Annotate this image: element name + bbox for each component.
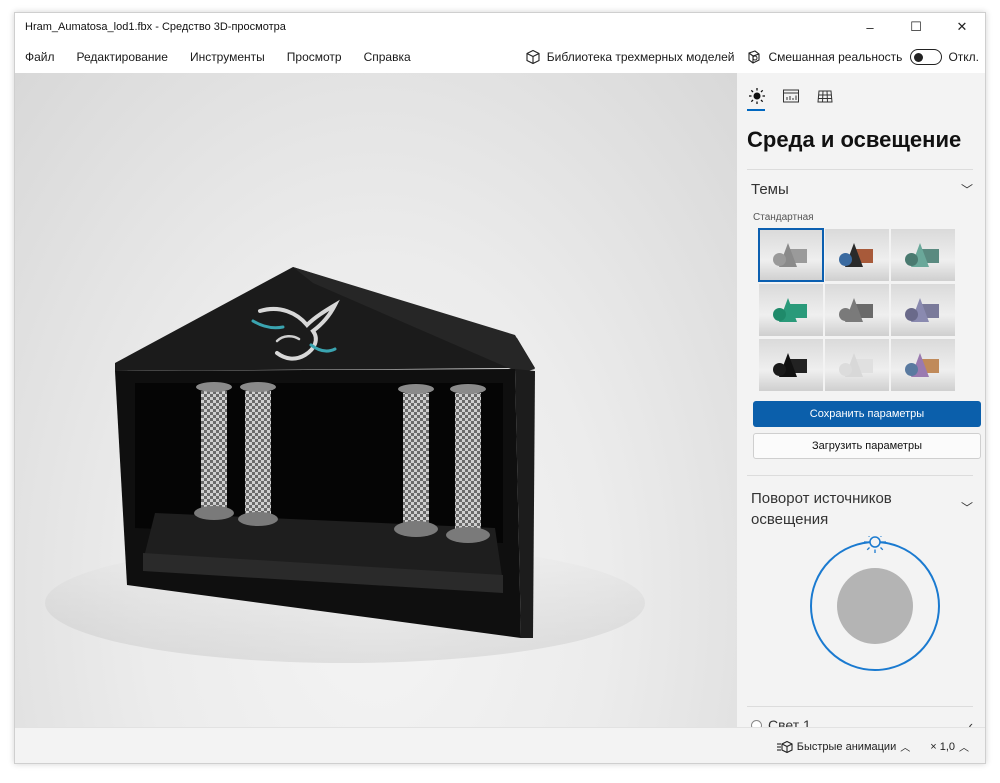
sun-handle-icon[interactable] (864, 531, 886, 553)
mixed-reality-icon (748, 50, 761, 64)
app-window: Hram_Aumatosa_lod1.fbx - Средство 3D-про… (14, 12, 986, 764)
theme-sphere (905, 253, 918, 266)
column-cap (398, 384, 434, 394)
theme-tile[interactable] (759, 284, 823, 336)
theme-sphere (839, 363, 852, 376)
menu-right-group: Библиотека трехмерных моделей Смешанная … (519, 49, 985, 65)
close-button[interactable]: ✕ (939, 13, 985, 41)
toggle-knob (914, 52, 924, 62)
column-cap (450, 384, 486, 394)
panel-title: Среда и освещение (747, 127, 962, 152)
theme-tile[interactable] (825, 284, 889, 336)
column-cap (196, 382, 232, 392)
animation-icon (776, 740, 793, 753)
title-bar: Hram_Aumatosa_lod1.fbx - Средство 3D-про… (15, 13, 985, 41)
menu-edit[interactable]: Редактирование (66, 41, 179, 73)
light-rotation-header[interactable]: Поворот источников освещения ﹀ (737, 476, 985, 536)
mixed-reality-toggle[interactable] (910, 49, 943, 65)
save-settings-button[interactable]: Сохранить параметры (753, 401, 981, 427)
themes-grid (737, 228, 985, 391)
dial-sphere (837, 568, 913, 644)
column-base (238, 512, 278, 526)
column (403, 393, 429, 525)
column (455, 393, 481, 533)
light-rotation-line2: освещения (751, 511, 829, 528)
sun-icon (749, 88, 765, 104)
zoom-label: × 1,0 (930, 740, 955, 753)
theme-tile[interactable] (758, 228, 824, 282)
panel-tabs (737, 73, 985, 117)
quick-animations-label: Быстрые анимации (796, 740, 897, 753)
theme-sphere (773, 308, 786, 321)
theme-sphere (773, 363, 786, 376)
tab-stats[interactable] (781, 87, 801, 111)
window-title: Hram_Aumatosa_lod1.fbx - Средство 3D-про… (25, 21, 286, 33)
chevron-down-icon: ﹀ (960, 501, 973, 515)
light-rotation-line1: Поворот источников (751, 490, 892, 507)
column-base (446, 527, 490, 543)
library-label: Библиотека трехмерных моделей (546, 50, 735, 64)
column (201, 391, 227, 509)
selected-theme-label: Стандартная (753, 212, 814, 223)
maximize-button[interactable]: ☐ (893, 13, 939, 41)
stats-icon (783, 89, 799, 103)
minimize-button[interactable]: – (847, 13, 893, 41)
theme-tile[interactable] (825, 229, 889, 281)
column-base (394, 521, 438, 537)
mixed-reality-label: Смешанная реальность (768, 50, 903, 64)
menu-help[interactable]: Справка (353, 41, 422, 73)
theme-sphere (839, 253, 852, 266)
theme-tile[interactable] (759, 339, 823, 391)
theme-sphere (839, 308, 852, 321)
themes-label: Темы (751, 180, 789, 198)
theme-tile[interactable] (891, 339, 955, 391)
theme-sphere (905, 363, 918, 376)
column-base (194, 506, 234, 520)
menu-bar: Файл Редактирование Инструменты Просмотр… (15, 41, 985, 73)
model-render (45, 267, 645, 663)
tab-lighting[interactable] (747, 87, 767, 111)
theme-sphere (773, 253, 786, 266)
themes-header[interactable]: Темы ﹀ (737, 170, 985, 208)
theme-tile[interactable] (825, 339, 889, 391)
status-bar: Быстрые анимации ︿ × 1,0 ︿ (15, 727, 985, 763)
load-settings-button[interactable]: Загрузить параметры (753, 433, 981, 459)
menu-tools[interactable]: Инструменты (179, 41, 276, 73)
chevron-up-icon: ︿ (959, 743, 969, 754)
chevron-up-icon: ︿ (900, 743, 911, 754)
column (245, 391, 271, 517)
light-dial-graphic (810, 531, 940, 671)
menu-view[interactable]: Просмотр (276, 41, 353, 73)
menu-file[interactable]: Файл (15, 41, 66, 73)
tab-grid[interactable] (815, 87, 835, 111)
mixed-reality-button[interactable]: Смешанная реальность (740, 49, 908, 65)
grid-icon (817, 90, 833, 103)
zoom-button[interactable]: × 1,0 ︿ (922, 739, 977, 755)
quick-animations-button[interactable]: Быстрые анимации ︿ (769, 739, 918, 754)
light-dial[interactable] (737, 531, 985, 696)
environment-panel: Среда и освещение Темы ﹀ Стандартная Сох… (737, 73, 985, 733)
theme-tile[interactable] (891, 284, 955, 336)
theme-tile[interactable] (891, 229, 955, 281)
chevron-down-icon: ﹀ (960, 182, 973, 197)
theme-sphere (905, 308, 918, 321)
cube-icon (526, 49, 540, 65)
library-button[interactable]: Библиотека трехмерных моделей (519, 49, 741, 65)
column-cap (240, 382, 276, 392)
3d-viewport[interactable] (15, 73, 737, 727)
light-rotation-label: Поворот источников освещения (751, 488, 892, 530)
toggle-state-label: Откл. (948, 50, 979, 64)
